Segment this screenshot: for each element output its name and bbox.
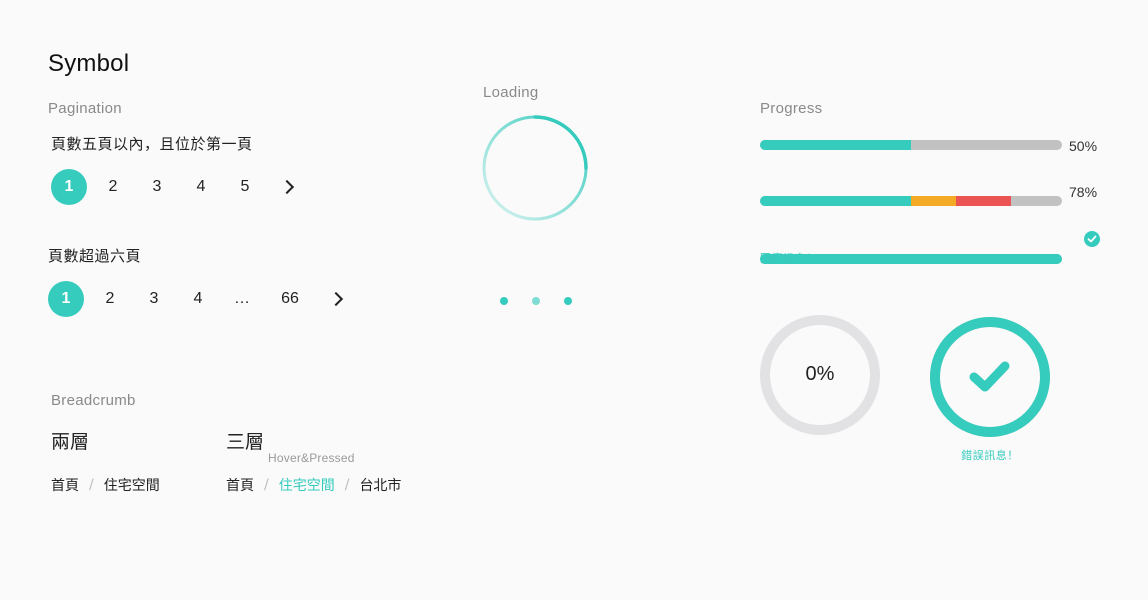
- breadcrumb-two-level-title: 兩層: [51, 431, 90, 453]
- breadcrumb-item-home[interactable]: 首頁: [226, 475, 254, 495]
- breadcrumb-separator: /: [264, 477, 269, 493]
- breadcrumb-item-current: 台北市: [359, 478, 402, 494]
- pagination-case2-description: 頁數超過六頁: [48, 247, 142, 265]
- progress-bar-1-label: 50%: [1069, 138, 1098, 154]
- loading-dot: [564, 297, 572, 305]
- next-page-button[interactable]: [271, 169, 307, 205]
- breadcrumb: 首頁 / 住宅空間 / 台北市: [226, 475, 401, 495]
- progress-bar-segment: [956, 196, 1011, 206]
- page-button-3[interactable]: 3: [139, 169, 175, 205]
- page-button-66[interactable]: 66: [268, 281, 312, 317]
- breadcrumb-item-home[interactable]: 首頁: [51, 475, 79, 495]
- page-button-3[interactable]: 3: [136, 281, 172, 317]
- progress-bar-2: [760, 196, 1062, 206]
- pagination-case1-description: 頁數五頁以內，且位於第一頁: [51, 135, 253, 153]
- pagination-long: 1 2 3 4 … 66: [48, 281, 364, 317]
- progress-bar-segment: [911, 196, 957, 206]
- page-title: Symbol: [48, 50, 130, 77]
- breadcrumb-item-current: 住宅空間: [103, 478, 160, 494]
- page-button-1[interactable]: 1: [51, 169, 87, 205]
- page-button-2[interactable]: 2: [92, 281, 128, 317]
- breadcrumb-separator: /: [344, 477, 350, 493]
- progress-section-label: Progress: [760, 100, 823, 117]
- page-button-4[interactable]: 4: [180, 281, 216, 317]
- page-button-1[interactable]: 1: [48, 281, 84, 317]
- pagination-short: 1 2 3 4 5: [51, 169, 315, 205]
- success-check-icon: [1084, 231, 1100, 247]
- breadcrumb-separator: /: [89, 477, 94, 493]
- page-ellipsis: …: [234, 290, 250, 307]
- loading-dot: [532, 297, 540, 305]
- page-button-4[interactable]: 4: [183, 169, 219, 205]
- page-button-5[interactable]: 5: [227, 169, 263, 205]
- chevron-right-icon: [279, 179, 295, 195]
- chevron-right-icon: [328, 291, 344, 307]
- breadcrumb-three-level-title: 三層: [226, 431, 265, 453]
- hover-pressed-note: Hover&Pressed: [268, 451, 355, 465]
- check-icon: [969, 361, 1010, 392]
- progress-bar-1: [760, 140, 1062, 150]
- progress-bar-fill: [760, 140, 911, 150]
- breadcrumb-item-hovered[interactable]: 住宅空間: [279, 475, 335, 495]
- pagination-section-label: Pagination: [48, 100, 122, 117]
- progress-error-message: 錯誤訊息！: [961, 449, 1019, 462]
- next-page-button[interactable]: [320, 281, 356, 317]
- loading-section-label: Loading: [483, 84, 539, 101]
- loading-spinner-icon: [482, 115, 588, 221]
- progress-ring-label: 0%: [805, 363, 835, 385]
- progress-ring-complete: [930, 317, 1050, 437]
- progress-response-message: 回應訊息！: [760, 252, 818, 265]
- progress-bar-2-label: 78%: [1069, 184, 1098, 200]
- breadcrumb: 首頁 / 住宅空間: [51, 475, 160, 495]
- breadcrumb-section-label: Breadcrumb: [51, 392, 136, 409]
- page-button-2[interactable]: 2: [95, 169, 131, 205]
- loading-dot: [500, 297, 508, 305]
- progress-bar-segment: [760, 196, 911, 206]
